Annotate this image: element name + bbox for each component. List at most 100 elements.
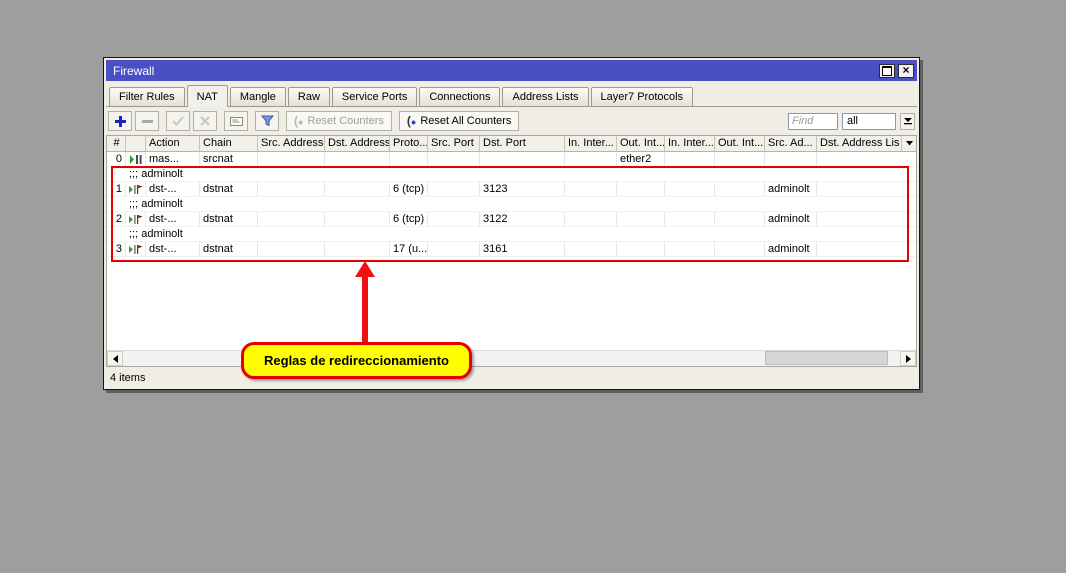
- cell-out_if: [617, 212, 665, 226]
- table-row[interactable]: 3dst-...dstnat17 (u...3161adminolt: [107, 242, 916, 257]
- column-header-proto[interactable]: Proto...: [390, 136, 428, 151]
- column-header-in_if_list[interactable]: In. Inter...: [665, 136, 715, 151]
- cell-dst_addr_list: [817, 152, 916, 166]
- close-button[interactable]: ×: [898, 64, 914, 78]
- column-header-dst_address[interactable]: Dst. Address: [325, 136, 390, 151]
- dstnat-icon: [126, 212, 146, 226]
- cell-dst_address: [325, 152, 390, 166]
- column-header-out_if[interactable]: Out. Int...: [617, 136, 665, 151]
- cell-num: 1: [107, 182, 126, 196]
- cell-action: dst-...: [146, 212, 200, 226]
- find-group: all: [788, 113, 915, 130]
- masquerade-icon: [126, 152, 146, 166]
- cell-dst_port: 3122: [480, 212, 565, 226]
- scroll-left-icon: [113, 355, 118, 363]
- cell-dst_port: 3161: [480, 242, 565, 256]
- scrollbar-thumb[interactable]: [765, 351, 888, 365]
- cell-in_if_list: [665, 212, 715, 226]
- table-header-row: # ActionChainSrc. AddressDst. AddressProt…: [107, 136, 916, 152]
- minus-icon: [142, 120, 153, 123]
- tab-filter-rules[interactable]: Filter Rules: [109, 87, 185, 106]
- scope-dropdown-button[interactable]: [900, 113, 915, 130]
- items-count: 4 items: [110, 372, 145, 384]
- cell-dst_address: [325, 212, 390, 226]
- cell-proto: 6 (tcp): [390, 182, 428, 196]
- cell-src_addr_list: [765, 152, 817, 166]
- column-header-dst_port[interactable]: Dst. Port: [480, 136, 565, 151]
- column-header-in_if[interactable]: In. Inter...: [565, 136, 617, 151]
- disable-button[interactable]: [193, 111, 217, 131]
- tab-service-ports[interactable]: Service Ports: [332, 87, 417, 106]
- column-menu-arrow-icon: [906, 141, 913, 146]
- maximize-button[interactable]: [879, 64, 895, 78]
- comment-row[interactable]: ;;; adminolt: [107, 227, 916, 242]
- plus-icon: [114, 115, 127, 128]
- reset-all-counters-icon: (●: [407, 114, 416, 128]
- filter-scope-select[interactable]: all: [842, 113, 896, 130]
- enable-button[interactable]: [166, 111, 190, 131]
- check-icon: [172, 116, 184, 126]
- cell-action: dst-...: [146, 242, 200, 256]
- tab-layer7-protocols[interactable]: Layer7 Protocols: [591, 87, 694, 106]
- cell-in_if: [565, 182, 617, 196]
- column-header-src_address[interactable]: Src. Address: [258, 136, 325, 151]
- cell-dst_port: 3123: [480, 182, 565, 196]
- comment-button[interactable]: [224, 111, 248, 131]
- cell-num: 0: [107, 152, 126, 166]
- dropdown-arrow-icon: [904, 118, 912, 125]
- funnel-icon: [261, 115, 274, 127]
- filter-button[interactable]: [255, 111, 279, 131]
- tab-raw[interactable]: Raw: [288, 87, 330, 106]
- tab-strip: Filter RulesNATMangleRawService PortsCon…: [106, 81, 917, 107]
- scroll-left-button[interactable]: [107, 351, 123, 366]
- column-header-chain[interactable]: Chain: [200, 136, 258, 151]
- comment-text: ;;; adminolt: [107, 227, 183, 241]
- column-header-src_addr_list[interactable]: Src. Ad...: [765, 136, 817, 151]
- column-header-icon[interactable]: [126, 136, 146, 151]
- remove-button[interactable]: [135, 111, 159, 131]
- table-row[interactable]: 1dst-...dstnat6 (tcp)3123adminolt: [107, 182, 916, 197]
- column-header-out_if_list[interactable]: Out. Int...: [715, 136, 765, 151]
- cell-src_address: [258, 212, 325, 226]
- cell-proto: 6 (tcp): [390, 212, 428, 226]
- horizontal-scrollbar[interactable]: [107, 350, 916, 366]
- column-header-src_port[interactable]: Src. Port: [428, 136, 480, 151]
- reset-counter-icon: (●: [294, 114, 303, 128]
- cell-out_if: [617, 242, 665, 256]
- cell-src_port: [428, 182, 480, 196]
- cell-out_if: ether2: [617, 152, 665, 166]
- add-button[interactable]: [108, 111, 132, 131]
- cell-in_if_list: [665, 152, 715, 166]
- cell-out_if_list: [715, 152, 765, 166]
- column-menu-button[interactable]: [901, 136, 916, 151]
- cell-dst_port: [480, 152, 565, 166]
- tab-connections[interactable]: Connections: [419, 87, 500, 106]
- column-header-action[interactable]: Action: [146, 136, 200, 151]
- cell-chain: dstnat: [200, 242, 258, 256]
- cell-chain: dstnat: [200, 182, 258, 196]
- window-titlebar[interactable]: Firewall ×: [106, 60, 917, 81]
- column-header-dst_addr_list[interactable]: Dst. Address Lis: [817, 136, 901, 151]
- scroll-right-button[interactable]: [900, 351, 916, 366]
- cell-dst_addr_list: [817, 182, 916, 196]
- tab-nat[interactable]: NAT: [187, 85, 228, 107]
- status-bar: 4 items: [106, 367, 917, 387]
- comment-row[interactable]: ;;; adminolt: [107, 167, 916, 182]
- cell-src_address: [258, 182, 325, 196]
- toolbar: (● Reset Counters (● Reset All Counters …: [106, 107, 917, 135]
- scrollbar-track[interactable]: [123, 351, 900, 366]
- reset-counters-button[interactable]: (● Reset Counters: [286, 111, 392, 131]
- comment-row[interactable]: ;;; adminolt: [107, 197, 916, 212]
- cell-src_address: [258, 152, 325, 166]
- table-row[interactable]: 0mas...srcnatether2: [107, 152, 916, 167]
- table-row[interactable]: 2dst-...dstnat6 (tcp)3122adminolt: [107, 212, 916, 227]
- cell-action: mas...: [146, 152, 200, 166]
- find-input[interactable]: [788, 113, 838, 130]
- cell-in_if: [565, 242, 617, 256]
- column-header-num[interactable]: #: [107, 136, 126, 151]
- tab-mangle[interactable]: Mangle: [230, 87, 286, 106]
- tab-address-lists[interactable]: Address Lists: [502, 87, 588, 106]
- cell-src_port: [428, 212, 480, 226]
- reset-all-counters-button[interactable]: (● Reset All Counters: [399, 111, 520, 131]
- cell-src_port: [428, 242, 480, 256]
